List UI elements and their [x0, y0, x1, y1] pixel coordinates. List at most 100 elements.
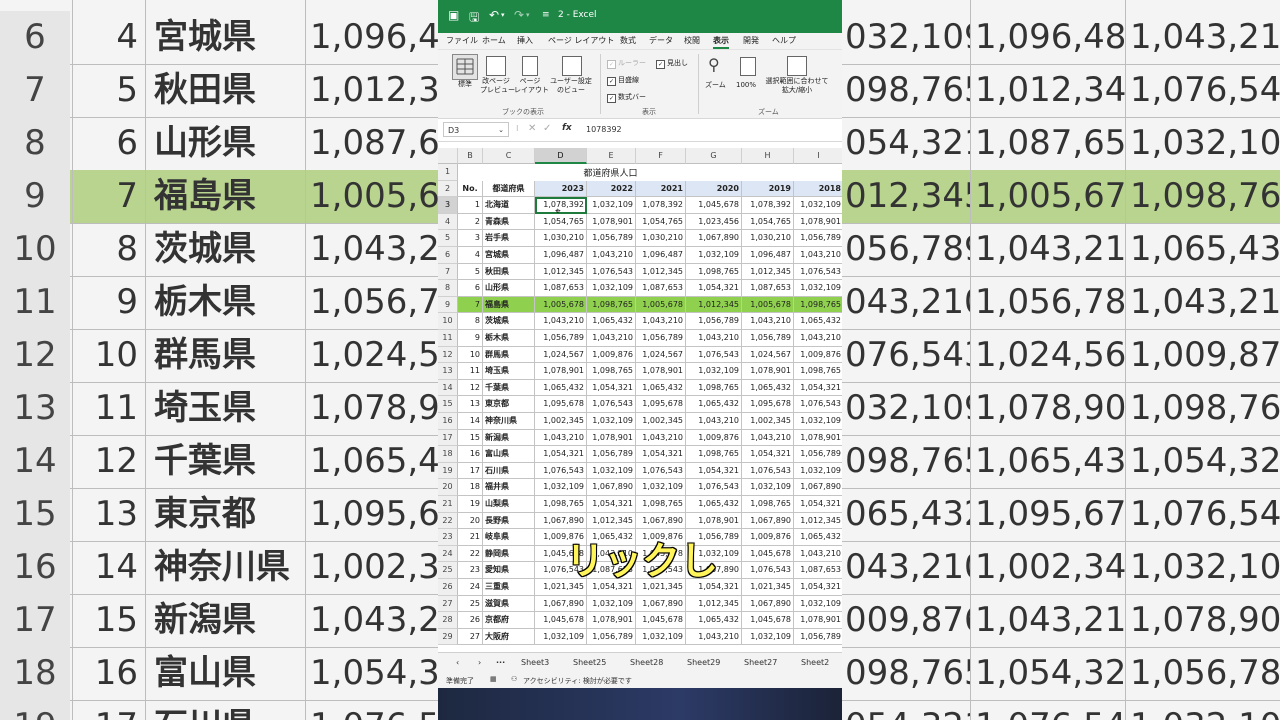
cell-value[interactable]: 1,076,543: [742, 562, 794, 579]
cell-value[interactable]: 1,076,543: [686, 346, 742, 364]
cell-value[interactable]: 1,002,345: [535, 413, 587, 430]
select-all-corner[interactable]: [438, 148, 458, 164]
cell-no[interactable]: 3: [458, 230, 483, 247]
header-year[interactable]: 2021: [636, 180, 686, 198]
cell-value[interactable]: 1,067,890: [686, 230, 742, 247]
row-header[interactable]: 29: [438, 628, 458, 646]
row-header[interactable]: 9: [438, 296, 458, 314]
cell-value[interactable]: 1,067,890: [535, 595, 587, 613]
cell-value[interactable]: 1,043,210: [794, 247, 842, 264]
cell-value[interactable]: 1,078,901: [636, 363, 686, 380]
cell-value[interactable]: 1,054,765: [535, 213, 587, 231]
header-year[interactable]: 2022: [587, 180, 636, 198]
cell-no[interactable]: 11: [458, 363, 483, 380]
accessibility-status[interactable]: アクセシビリティ: 検討が必要です: [523, 676, 632, 686]
cell-value[interactable]: 1,054,765: [636, 213, 686, 231]
cell-prefecture[interactable]: 福島県: [483, 296, 535, 314]
sheet-tab[interactable]: Sheet28: [630, 658, 663, 667]
header-year[interactable]: 2018: [794, 180, 842, 198]
cell-no[interactable]: 18: [458, 479, 483, 496]
cell-value[interactable]: 1,078,901: [587, 213, 636, 231]
cell-value[interactable]: 1,096,487: [636, 247, 686, 264]
cell-value[interactable]: 1,032,109: [794, 413, 842, 430]
cell-prefecture[interactable]: 東京都: [483, 396, 535, 413]
cell-value[interactable]: 1,043,210: [535, 313, 587, 330]
cell-value[interactable]: 1,043,210: [794, 330, 842, 347]
cell-no[interactable]: 9: [458, 330, 483, 347]
menu-tab-7[interactable]: 表示: [713, 35, 729, 49]
cell-value[interactable]: 1,045,678: [535, 612, 587, 629]
cell-value[interactable]: 1,056,789: [794, 629, 842, 646]
row-header[interactable]: 7: [438, 263, 458, 281]
cell-value[interactable]: 1,065,432: [587, 313, 636, 330]
cell-value[interactable]: 1,078,901: [587, 612, 636, 629]
header-prefecture[interactable]: 都道府県: [483, 180, 535, 198]
header-year[interactable]: 2019: [742, 180, 794, 198]
cell-value[interactable]: 1,098,765: [686, 379, 742, 397]
cell-value[interactable]: 1,056,789: [742, 330, 794, 347]
cell-value[interactable]: 1,067,890: [636, 512, 686, 530]
header-year[interactable]: 2023: [535, 180, 587, 198]
column-header[interactable]: B: [458, 148, 483, 164]
cell-no[interactable]: 21: [458, 529, 483, 546]
formula-input[interactable]: 1078392: [586, 125, 622, 134]
cell-value[interactable]: 1,054,321: [686, 280, 742, 297]
sheet-tab[interactable]: Sheet29: [687, 658, 720, 667]
save-icon[interactable]: 🖫: [469, 8, 479, 29]
cell-value[interactable]: 1,054,321: [794, 380, 842, 397]
cell-prefecture[interactable]: 滋賀県: [483, 595, 535, 613]
cell-value[interactable]: 1,032,109: [742, 628, 794, 646]
cell-value[interactable]: 1,067,890: [794, 479, 842, 496]
cell-value[interactable]: 1,043,210: [636, 313, 686, 330]
cell-value[interactable]: 1,009,876: [587, 346, 636, 364]
cell-value[interactable]: 1,002,345: [742, 413, 794, 430]
cell-no[interactable]: 23: [458, 562, 483, 579]
cell-value[interactable]: 1,067,890: [636, 595, 686, 613]
cell-no[interactable]: 14: [458, 413, 483, 430]
cell-value[interactable]: 1,076,543: [794, 264, 842, 281]
menu-tab-8[interactable]: 開発: [743, 35, 759, 46]
cell-no[interactable]: 12: [458, 379, 483, 397]
accessibility-icon[interactable]: ⚇: [511, 675, 517, 683]
cell-prefecture[interactable]: 宮城県: [483, 247, 535, 264]
cell-value[interactable]: 1,054,765: [742, 213, 794, 231]
cell-prefecture[interactable]: 岐阜県: [483, 529, 535, 546]
cell-prefecture[interactable]: 大阪府: [483, 628, 535, 646]
cell-value[interactable]: 1,032,109: [587, 595, 636, 613]
cell-value[interactable]: 1,002,345: [636, 413, 686, 430]
row-header[interactable]: 26: [438, 579, 458, 596]
cell-value[interactable]: 1,012,345: [686, 296, 742, 314]
cell-prefecture[interactable]: 山梨県: [483, 496, 535, 513]
cell-value[interactable]: 1,032,109: [794, 197, 842, 214]
cell-value[interactable]: 1,098,765: [686, 446, 742, 463]
row-header[interactable]: 19: [438, 462, 458, 480]
cell-value[interactable]: 1,012,345: [535, 263, 587, 281]
cell-value[interactable]: 1,076,543: [535, 462, 587, 480]
cell-value[interactable]: 1,032,109: [587, 197, 636, 214]
macro-record-icon[interactable]: ▦: [490, 675, 497, 683]
chevron-down-icon[interactable]: ▾: [526, 11, 530, 19]
cell-value[interactable]: 1,056,789: [636, 330, 686, 347]
gridlines-checkbox[interactable]: ✓: [607, 77, 616, 86]
zoom-to-selection-icon[interactable]: [787, 56, 807, 76]
cell-no[interactable]: 22: [458, 545, 483, 563]
row-header[interactable]: 13: [438, 363, 458, 380]
sheet-tab[interactable]: Sheet3: [521, 658, 549, 667]
cell-value[interactable]: 1,009,876: [742, 529, 794, 546]
cell-prefecture[interactable]: 栃木県: [483, 330, 535, 347]
cell-value[interactable]: 1,054,321: [636, 446, 686, 463]
cell-no[interactable]: 19: [458, 496, 483, 513]
cell-value[interactable]: 1,056,789: [794, 230, 842, 247]
row-header[interactable]: 15: [438, 396, 458, 413]
cell-value[interactable]: 1,087,653: [535, 280, 587, 297]
cell-value[interactable]: 1,098,765: [587, 296, 636, 314]
cell-value[interactable]: 1,043,210: [587, 247, 636, 264]
cell-value[interactable]: 1,056,789: [794, 446, 842, 463]
menu-tab-9[interactable]: ヘルプ: [772, 35, 796, 46]
cell-value[interactable]: 1,098,765: [742, 496, 794, 513]
cell-value[interactable]: 1,076,543: [587, 396, 636, 413]
cell-no[interactable]: 7: [458, 296, 483, 314]
cell-value[interactable]: 1,098,765: [686, 263, 742, 281]
column-header[interactable]: E: [587, 148, 636, 164]
cell-value[interactable]: 1,032,109: [636, 628, 686, 646]
